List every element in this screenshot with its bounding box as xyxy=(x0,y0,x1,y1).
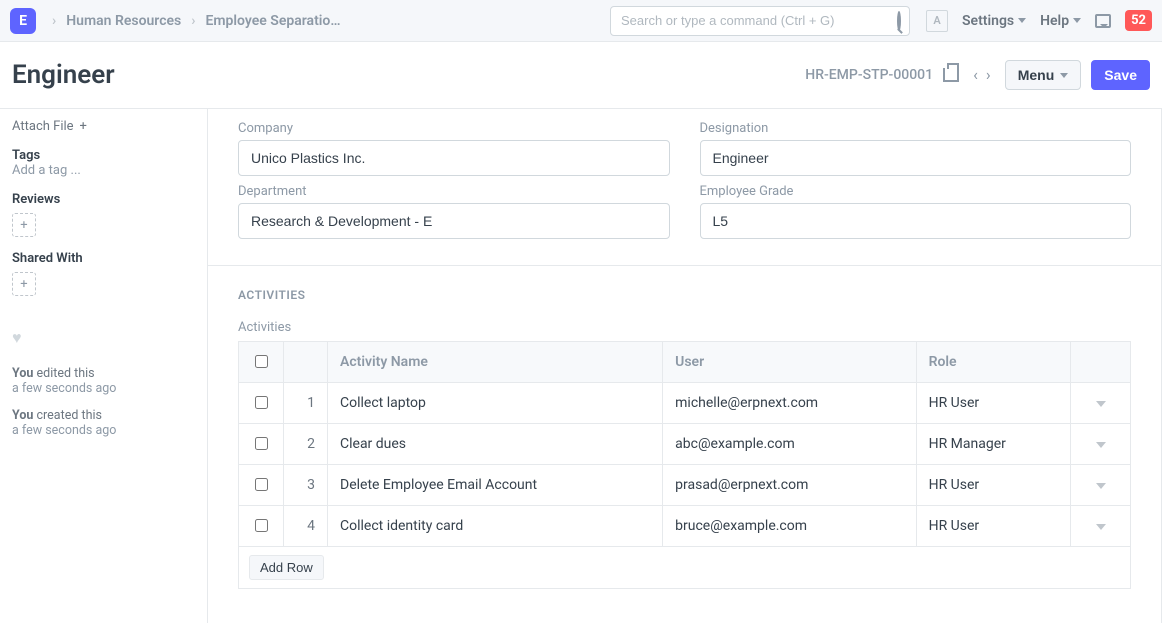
activities-section-title: ACTIVITIES xyxy=(238,288,1131,302)
timeline-entry: You edited this a few seconds ago xyxy=(12,366,195,396)
breadcrumb: › Human Resources › Employee Separatio… xyxy=(42,13,340,29)
row-index: 3 xyxy=(284,465,328,506)
cell-user[interactable]: prasad@erpnext.com xyxy=(663,465,916,506)
row-checkbox[interactable] xyxy=(255,478,268,491)
cell-user[interactable]: bruce@example.com xyxy=(663,506,916,547)
select-all-checkbox[interactable] xyxy=(255,355,268,368)
row-index: 4 xyxy=(284,506,328,547)
select-all-header xyxy=(239,342,284,383)
cell-activity-name[interactable]: Collect laptop xyxy=(328,383,663,424)
caret-down-icon xyxy=(1060,73,1068,78)
col-user: User xyxy=(663,342,916,383)
table-row[interactable]: 1Collect laptopmichelle@erpnext.comHR Us… xyxy=(239,383,1131,424)
cell-user[interactable]: abc@example.com xyxy=(663,424,916,465)
employee-grade-label: Employee Grade xyxy=(700,184,1132,199)
timeline: You edited this a few seconds ago You cr… xyxy=(12,366,195,438)
add-review-button[interactable]: + xyxy=(12,213,36,237)
row-menu-button[interactable] xyxy=(1071,424,1131,465)
designation-label: Designation xyxy=(700,121,1132,136)
navbar: E › Human Resources › Employee Separatio… xyxy=(0,0,1162,42)
caret-down-icon xyxy=(1096,442,1106,448)
row-checkbox[interactable] xyxy=(255,437,268,450)
add-row-button[interactable]: Add Row xyxy=(249,555,324,580)
caret-down-icon xyxy=(1096,483,1106,489)
row-menu-button[interactable] xyxy=(1071,383,1131,424)
tags-section-label: Tags xyxy=(12,148,195,163)
cell-activity-name[interactable]: Collect identity card xyxy=(328,506,663,547)
cell-activity-name[interactable]: Clear dues xyxy=(328,424,663,465)
prev-record-button[interactable]: ‹ xyxy=(969,65,982,85)
cell-activity-name[interactable]: Delete Employee Email Account xyxy=(328,465,663,506)
col-role: Role xyxy=(916,342,1070,383)
settings-label: Settings xyxy=(962,13,1014,29)
add-share-button[interactable]: + xyxy=(12,272,36,296)
cell-role[interactable]: HR Manager xyxy=(916,424,1070,465)
shared-with-section-label: Shared With xyxy=(12,251,195,266)
save-button[interactable]: Save xyxy=(1091,60,1150,90)
breadcrumb-item-human-resources[interactable]: Human Resources xyxy=(66,13,181,29)
reviews-section-label: Reviews xyxy=(12,192,195,207)
row-menu-button[interactable] xyxy=(1071,506,1131,547)
sidebar: Attach File + Tags Add a tag ... Reviews… xyxy=(0,109,207,623)
designation-field[interactable] xyxy=(700,140,1132,176)
cell-role[interactable]: HR User xyxy=(916,383,1070,424)
row-checkbox[interactable] xyxy=(255,396,268,409)
row-menu-button[interactable] xyxy=(1071,465,1131,506)
app-logo[interactable]: E xyxy=(10,8,36,34)
menu-button[interactable]: Menu xyxy=(1005,60,1082,90)
notification-badge[interactable]: 52 xyxy=(1125,10,1152,31)
index-header xyxy=(284,342,328,383)
chevron-right-icon: › xyxy=(191,13,195,29)
activities-label: Activities xyxy=(238,320,1131,335)
attach-file-label: Attach File xyxy=(12,119,74,134)
attach-file-button[interactable]: Attach File + xyxy=(12,119,195,134)
help-menu[interactable]: Help xyxy=(1040,13,1081,29)
department-label: Department xyxy=(238,184,670,199)
help-label: Help xyxy=(1040,13,1069,29)
cell-role[interactable]: HR User xyxy=(916,506,1070,547)
employee-grade-field[interactable] xyxy=(700,203,1132,239)
table-row[interactable]: 2Clear duesabc@example.comHR Manager xyxy=(239,424,1131,465)
col-row-menu xyxy=(1071,342,1131,383)
row-index: 2 xyxy=(284,424,328,465)
next-record-button[interactable]: › xyxy=(982,65,995,85)
department-field[interactable] xyxy=(238,203,670,239)
cell-user[interactable]: michelle@erpnext.com xyxy=(663,383,916,424)
form-main: Company Designation Department Employee … xyxy=(207,109,1162,623)
activities-table: Activity Name User Role 1Collect laptopm… xyxy=(238,341,1131,547)
settings-menu[interactable]: Settings xyxy=(962,13,1026,29)
breadcrumb-item-employee-separation[interactable]: Employee Separatio… xyxy=(205,13,340,29)
search-icon xyxy=(891,13,901,29)
search-input[interactable] xyxy=(619,12,891,29)
doc-id: HR-EMP-STP-00001 xyxy=(805,67,933,83)
add-tag-button[interactable]: Add a tag ... xyxy=(12,163,195,178)
col-activity-name: Activity Name xyxy=(328,342,663,383)
company-label: Company xyxy=(238,121,670,136)
cell-role[interactable]: HR User xyxy=(916,465,1070,506)
row-index: 1 xyxy=(284,383,328,424)
record-pager: ‹ › xyxy=(969,65,995,85)
table-row[interactable]: 3Delete Employee Email Accountprasad@erp… xyxy=(239,465,1131,506)
caret-down-icon xyxy=(1096,401,1106,407)
avatar[interactable]: A xyxy=(926,10,948,32)
chevron-right-icon: › xyxy=(52,13,56,29)
row-checkbox[interactable] xyxy=(255,519,268,532)
caret-down-icon xyxy=(1073,18,1081,23)
page-header: Engineer HR-EMP-STP-00001 ‹ › Menu Save xyxy=(0,42,1162,109)
table-row[interactable]: 4Collect identity cardbruce@example.comH… xyxy=(239,506,1131,547)
caret-down-icon xyxy=(1018,18,1026,23)
like-button[interactable]: ♥ xyxy=(12,328,195,348)
plus-icon: + xyxy=(80,119,87,134)
page-title: Engineer xyxy=(12,60,805,90)
nav-right: A Settings Help 52 xyxy=(926,10,1152,32)
timeline-entry: You created this a few seconds ago xyxy=(12,408,195,438)
search-box[interactable] xyxy=(610,6,910,36)
menu-button-label: Menu xyxy=(1018,67,1055,83)
caret-down-icon xyxy=(1096,524,1106,530)
chat-icon[interactable] xyxy=(1095,14,1111,28)
company-field[interactable] xyxy=(238,140,670,176)
print-button[interactable] xyxy=(943,68,959,82)
